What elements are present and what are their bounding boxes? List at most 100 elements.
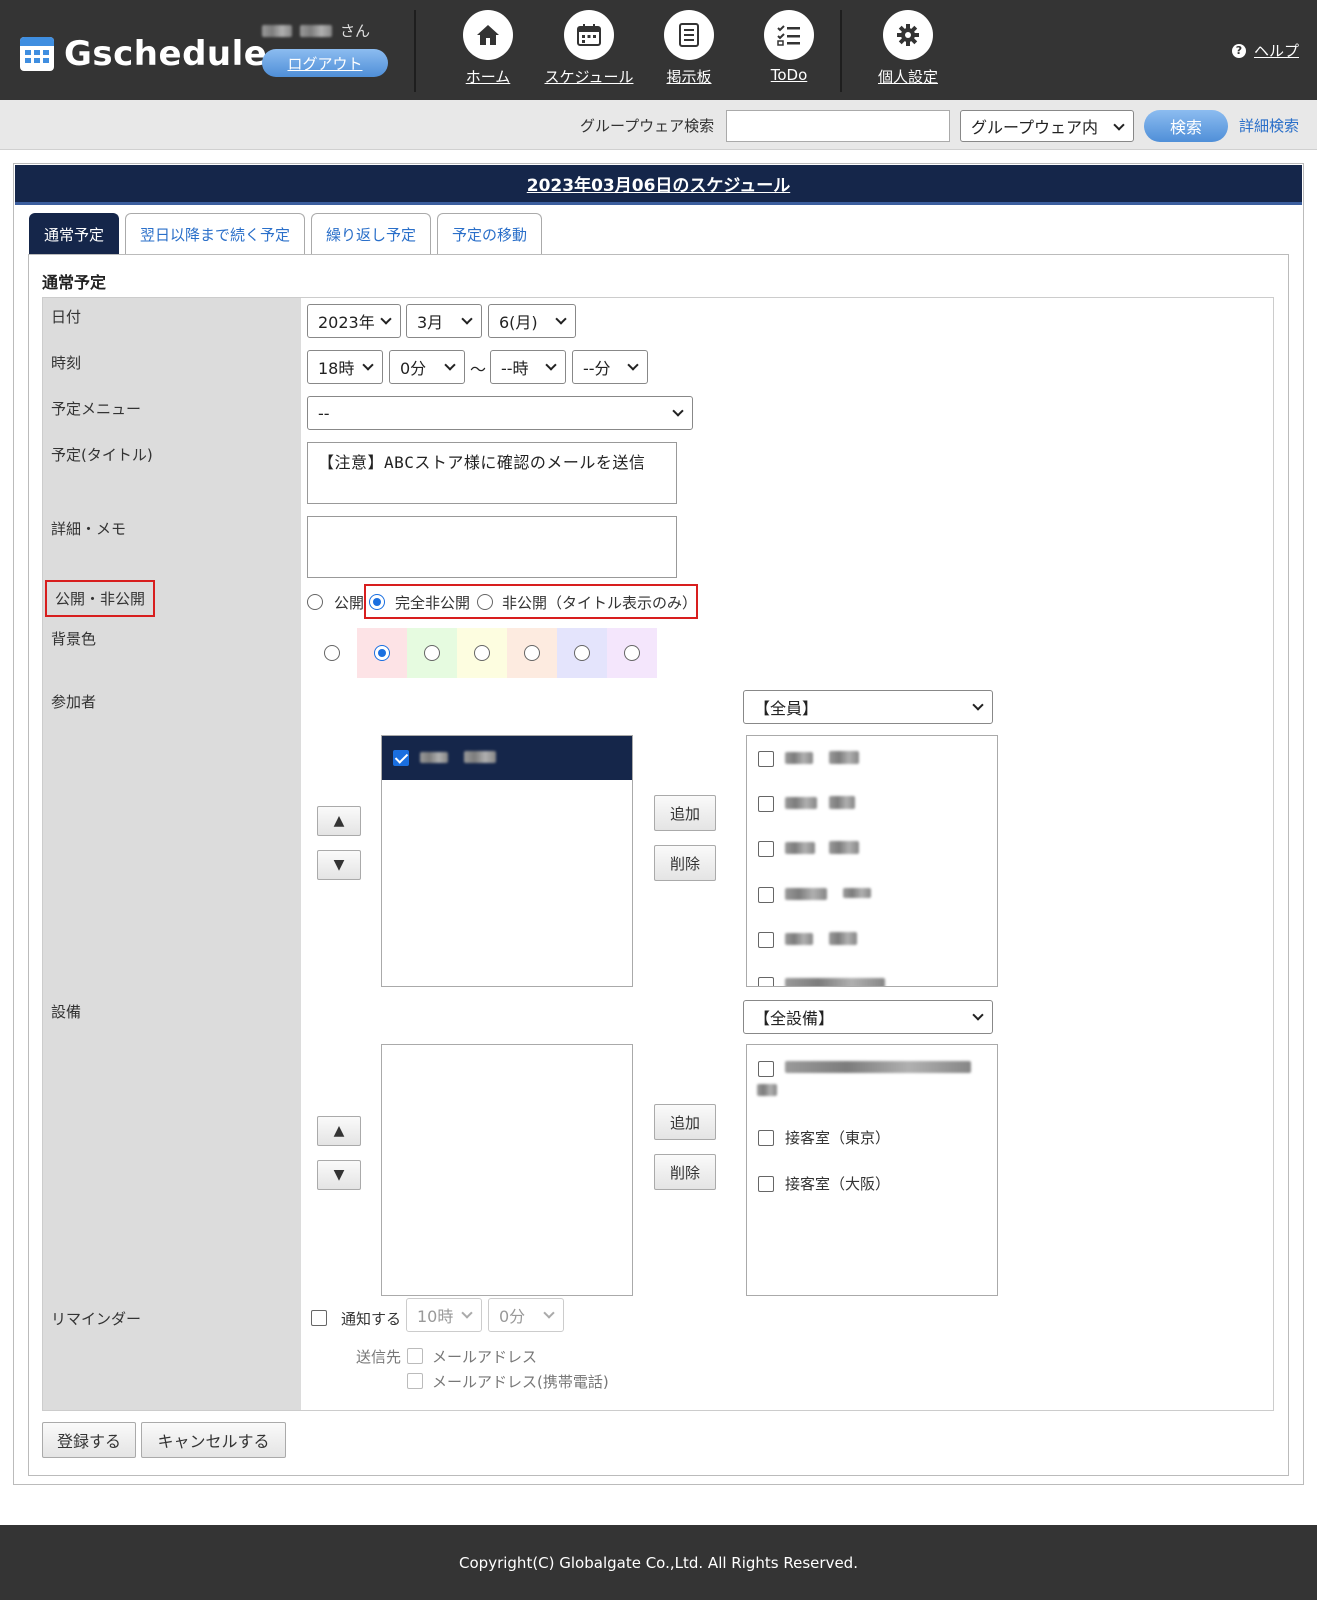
- bgcolor-radio[interactable]: [524, 645, 540, 661]
- visibility-title-only-radio[interactable]: [477, 594, 493, 610]
- user-suffix: さん: [340, 22, 371, 40]
- nav-schedule[interactable]: スケジュール: [539, 10, 639, 87]
- bgcolor-radio[interactable]: [374, 645, 390, 661]
- visibility-public-radio[interactable]: [307, 594, 323, 610]
- chevron-down-icon: [543, 1307, 555, 1319]
- bgcolor-swatch-orange[interactable]: [507, 628, 557, 678]
- reminder-hour-select[interactable]: 10時: [406, 1298, 482, 1332]
- end-minute-select[interactable]: --分: [572, 350, 648, 384]
- participant-checkbox[interactable]: [758, 932, 774, 948]
- visibility-public-label: 公開: [334, 594, 365, 612]
- logout-button[interactable]: ログアウト: [262, 49, 388, 77]
- redacted-surname: [262, 24, 292, 37]
- participant-checkbox[interactable]: [393, 750, 409, 766]
- participant-move-up-button[interactable]: ▲: [317, 806, 361, 836]
- bgcolor-radio[interactable]: [624, 645, 640, 661]
- reminder-email-checkbox[interactable]: [407, 1348, 423, 1364]
- register-button[interactable]: 登録する: [42, 1422, 136, 1458]
- reminder-minute-select[interactable]: 0分: [488, 1298, 564, 1332]
- reminder-mobile-email-checkbox[interactable]: [407, 1373, 423, 1389]
- memo-textarea[interactable]: [307, 516, 677, 578]
- start-minute-select[interactable]: 0分: [389, 350, 465, 384]
- participant-group-select[interactable]: 【全員】: [743, 690, 993, 724]
- help-link[interactable]: ? ヘルプ: [1231, 40, 1299, 61]
- equipment-checkbox[interactable]: [758, 1176, 774, 1192]
- redacted-name: [420, 752, 448, 763]
- label-menu: 予定メニュー: [51, 400, 142, 418]
- list-item[interactable]: [382, 736, 632, 780]
- home-icon: [463, 10, 513, 60]
- available-equipment-list[interactable]: 接客室（東京） 接客室（大阪）: [746, 1044, 998, 1296]
- tab-normal[interactable]: 通常予定: [29, 213, 120, 255]
- visibility-title-only-label: 非公開（タイトル表示のみ）: [502, 594, 698, 612]
- equipment-group-select[interactable]: 【全設備】: [743, 1000, 993, 1034]
- nav-todo-label: ToDo: [770, 66, 808, 84]
- equipment-checkbox[interactable]: [758, 1130, 774, 1146]
- participant-add-button[interactable]: 追加: [654, 795, 716, 831]
- bgcolor-swatch-purple[interactable]: [607, 628, 657, 678]
- chevron-down-icon: [362, 359, 374, 371]
- visibility-private-radio[interactable]: [369, 594, 385, 610]
- tab-multi-day[interactable]: 翌日以降まで続く予定: [125, 213, 306, 255]
- date-month-select[interactable]: 3月: [406, 304, 482, 338]
- search-input[interactable]: [726, 110, 950, 142]
- nav-todo[interactable]: ToDo: [739, 10, 839, 84]
- schedule-tabs: 通常予定 翌日以降まで続く予定 繰り返し予定 予定の移動: [29, 213, 543, 255]
- selected-equipment-list[interactable]: [381, 1044, 633, 1296]
- participant-checkbox[interactable]: [758, 796, 774, 812]
- bgcolor-radio[interactable]: [424, 645, 440, 661]
- schedule-form: 日付 時刻 予定メニュー 予定(タイトル) 詳細・メモ 公開・非公開 背景色 参…: [42, 297, 1274, 1411]
- participant-checkbox[interactable]: [758, 887, 774, 903]
- date-day-select[interactable]: 6(月): [488, 304, 576, 338]
- gear-icon: [883, 10, 933, 60]
- chevron-down-icon: [461, 313, 473, 325]
- reminder-notify-checkbox[interactable]: [311, 1310, 327, 1326]
- equipment-move-up-button[interactable]: ▲: [317, 1116, 361, 1146]
- app-logo[interactable]: Gschedule: [20, 34, 267, 74]
- bgcolor-swatch-yellow[interactable]: [457, 628, 507, 678]
- chevron-down-icon: [972, 699, 984, 711]
- tab-repeat[interactable]: 繰り返し予定: [311, 213, 432, 255]
- search-scope-select[interactable]: グループウェア内: [960, 110, 1134, 142]
- chevron-down-icon: [444, 359, 456, 371]
- nav-bulletin[interactable]: 掲示板: [639, 10, 739, 87]
- cancel-button[interactable]: キャンセルする: [141, 1422, 286, 1458]
- equipment-remove-button[interactable]: 削除: [654, 1154, 716, 1190]
- bgcolor-radio[interactable]: [324, 645, 340, 661]
- bgcolor-radio[interactable]: [574, 645, 590, 661]
- participant-move-down-button[interactable]: ▼: [317, 850, 361, 880]
- nav-home[interactable]: ホーム: [438, 10, 538, 87]
- title-textarea[interactable]: 【注意】ABCストア様に確認のメールを送信: [307, 442, 677, 504]
- end-hour-select[interactable]: --時: [490, 350, 566, 384]
- schedule-menu-select[interactable]: --: [307, 396, 693, 430]
- participant-remove-button[interactable]: 削除: [654, 845, 716, 881]
- chevron-down-icon: [1113, 119, 1125, 131]
- tab-move[interactable]: 予定の移動: [437, 213, 543, 255]
- bgcolor-radio[interactable]: [474, 645, 490, 661]
- participant-checkbox[interactable]: [758, 751, 774, 767]
- bgcolor-swatch-white[interactable]: [307, 628, 357, 678]
- bgcolor-swatch-pink[interactable]: [357, 628, 407, 678]
- bulletin-board-icon: [664, 10, 714, 60]
- end-minute-value: --分: [583, 359, 611, 378]
- label-title: 予定(タイトル): [51, 446, 153, 464]
- reminder-email-label: メールアドレス: [432, 1348, 538, 1366]
- nav-settings[interactable]: 個人設定: [858, 10, 958, 87]
- equipment-move-down-button[interactable]: ▼: [317, 1160, 361, 1190]
- date-year-select[interactable]: 2023年: [307, 304, 401, 338]
- label-time: 時刻: [51, 354, 82, 372]
- bgcolor-swatch-blue[interactable]: [557, 628, 607, 678]
- start-hour-select[interactable]: 18時: [307, 350, 383, 384]
- advanced-search-link[interactable]: 詳細検索: [1239, 115, 1299, 136]
- schedule-panel: 2023年03月06日のスケジュール 通常予定 翌日以降まで続く予定 繰り返し予…: [13, 163, 1304, 1485]
- label-bgcolor: 背景色: [51, 630, 97, 648]
- bgcolor-swatch-green[interactable]: [407, 628, 457, 678]
- search-button[interactable]: 検索: [1144, 110, 1228, 142]
- equipment-add-button[interactable]: 追加: [654, 1104, 716, 1140]
- search-bar: グループウェア検索 グループウェア内 検索 詳細検索: [0, 100, 1317, 150]
- equipment-checkbox[interactable]: [758, 1061, 774, 1077]
- participant-checkbox[interactable]: [758, 841, 774, 857]
- selected-participants-list[interactable]: [381, 735, 633, 987]
- participant-checkbox[interactable]: [758, 977, 774, 986]
- available-participants-list[interactable]: [746, 735, 998, 987]
